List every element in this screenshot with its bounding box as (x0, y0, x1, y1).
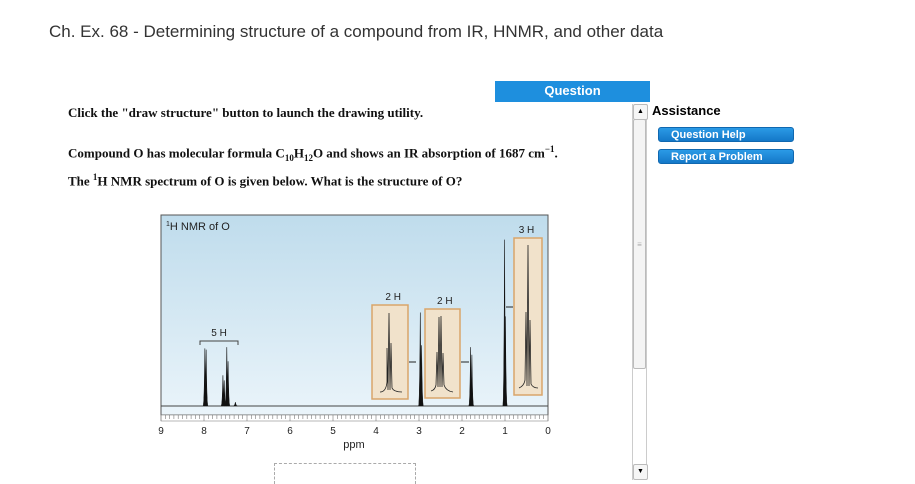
chart-title: 1H NMR of O (166, 221, 230, 233)
question-help-button[interactable]: Question Help (658, 127, 794, 142)
x-tick-label: 3 (416, 426, 422, 437)
x-tick-label: 8 (201, 426, 207, 437)
x-tick-label: 1 (502, 426, 508, 437)
integration-label: 5 H (211, 328, 227, 339)
scrollbar-thumb[interactable]: ≡ (633, 119, 646, 369)
x-axis-label: ppm (343, 439, 364, 451)
x-tick-label: 4 (373, 426, 379, 437)
nmr-chart: 9 8 7 6 5 4 3 2 1 0 1H NMR of O ppm 5 H 2 H 2 H 3 H (158, 214, 551, 451)
report-problem-button[interactable]: Report a Problem (658, 149, 794, 164)
x-tick-label: 9 (158, 426, 164, 437)
integration-label: 2 H (385, 292, 401, 303)
scroll-up-icon[interactable]: ▲ (633, 104, 648, 120)
x-tick-label: 7 (244, 426, 250, 437)
scroll-down-icon[interactable]: ▼ (633, 464, 648, 480)
integration-label: 3 H (519, 225, 535, 236)
integration-label: 2 H (437, 296, 453, 307)
x-tick-label: 2 (459, 426, 465, 437)
assistance-heading: Assistance (652, 103, 721, 118)
plot-area (160, 214, 549, 416)
draw-structure-area[interactable] (274, 463, 416, 484)
x-tick-label: 0 (545, 426, 551, 437)
x-tick-label: 6 (287, 426, 293, 437)
x-tick-label: 5 (330, 426, 336, 437)
scrollbar[interactable]: ▲ ≡ ▼ (632, 104, 648, 480)
